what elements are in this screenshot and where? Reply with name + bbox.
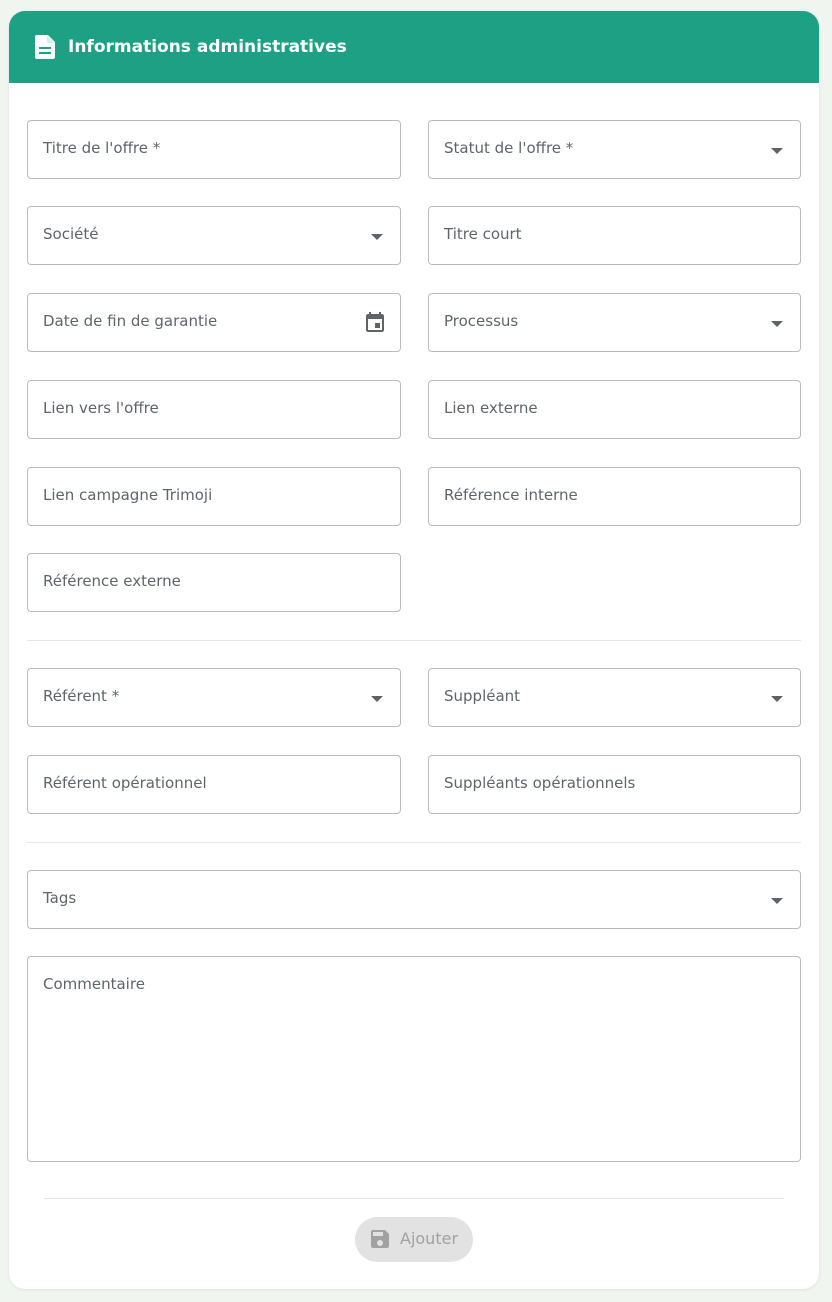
- chevron-down-icon: [771, 321, 783, 327]
- campaign-link-input[interactable]: Lien campagne Trimoji: [27, 467, 401, 526]
- internal-reference-label: Référence interne: [444, 486, 578, 504]
- offer-status-select[interactable]: Statut de l'offre *: [428, 120, 801, 179]
- chevron-down-icon: [771, 898, 783, 904]
- external-link-input[interactable]: Lien externe: [428, 380, 801, 439]
- card-title: Informations administratives: [68, 37, 347, 57]
- chevron-down-icon: [771, 696, 783, 702]
- operational-referent-input[interactable]: Référent opérationnel: [27, 755, 401, 814]
- calendar-icon[interactable]: [363, 310, 387, 334]
- process-label: Processus: [444, 312, 519, 330]
- warranty-end-date-input[interactable]: Date de fin de garantie: [27, 293, 401, 352]
- add-button[interactable]: Ajouter: [355, 1217, 473, 1262]
- substitute-label: Suppléant: [444, 687, 521, 705]
- warranty-end-date-label: Date de fin de garantie: [43, 312, 218, 330]
- offer-link-input[interactable]: Lien vers l'offre: [27, 380, 401, 439]
- comment-textarea[interactable]: Commentaire: [27, 956, 801, 1162]
- external-reference-label: Référence externe: [43, 572, 181, 590]
- external-link-label: Lien externe: [444, 399, 538, 417]
- section-divider: [27, 640, 801, 641]
- card-header: Informations administratives: [9, 11, 819, 83]
- substitute-select[interactable]: Suppléant: [428, 668, 801, 727]
- internal-reference-input[interactable]: Référence interne: [428, 467, 801, 526]
- chevron-down-icon: [371, 696, 383, 702]
- document-icon: [35, 35, 55, 59]
- section-divider: [27, 842, 801, 843]
- short-title-label: Titre court: [444, 225, 522, 243]
- offer-title-input[interactable]: Titre de l'offre *: [27, 120, 401, 179]
- referent-label: Référent *: [43, 687, 120, 705]
- tags-select[interactable]: Tags: [27, 870, 801, 929]
- chevron-down-icon: [371, 234, 383, 240]
- company-select[interactable]: Société: [27, 206, 401, 265]
- external-reference-input[interactable]: Référence externe: [27, 553, 401, 612]
- chevron-down-icon: [771, 148, 783, 154]
- add-button-label: Ajouter: [400, 1229, 459, 1248]
- operational-substitutes-input[interactable]: Suppléants opérationnels: [428, 755, 801, 814]
- short-title-input[interactable]: Titre court: [428, 206, 801, 265]
- tags-label: Tags: [43, 889, 77, 907]
- comment-label: Commentaire: [43, 975, 145, 993]
- admin-info-card: Informations administratives Titre de l'…: [9, 11, 819, 1289]
- footer-divider: [44, 1198, 784, 1199]
- campaign-link-label: Lien campagne Trimoji: [43, 486, 213, 504]
- company-label: Société: [43, 225, 99, 243]
- process-select[interactable]: Processus: [428, 293, 801, 352]
- offer-status-label: Statut de l'offre *: [444, 139, 574, 157]
- operational-substitutes-label: Suppléants opérationnels: [444, 774, 636, 792]
- save-icon: [371, 1230, 389, 1248]
- referent-select[interactable]: Référent *: [27, 668, 401, 727]
- offer-link-label: Lien vers l'offre: [43, 399, 159, 417]
- offer-title-label: Titre de l'offre *: [43, 139, 161, 157]
- operational-referent-label: Référent opérationnel: [43, 774, 207, 792]
